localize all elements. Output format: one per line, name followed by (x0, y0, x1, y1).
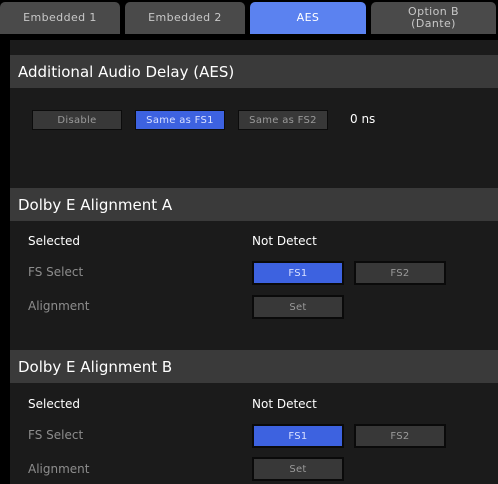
same-as-fs1-label: Same as FS1 (146, 114, 214, 126)
same-as-fs2-button[interactable]: Same as FS2 (238, 110, 328, 130)
tab-embedded-2[interactable]: Embedded 2 (125, 2, 245, 34)
dolby-a-title: Dolby E Alignment A (18, 195, 173, 214)
dolby-a-fs2-label: FS2 (390, 267, 410, 279)
same-as-fs2-label: Same as FS2 (249, 114, 317, 126)
dolby-a-fs1-button[interactable]: FS1 (252, 261, 344, 285)
section-header-dolby-a: Dolby E Alignment A (10, 188, 498, 221)
dolby-b-fs1-label: FS1 (288, 430, 308, 442)
dolby-b-set-label: Set (289, 463, 307, 475)
dolby-b-selected-label: Selected (28, 397, 81, 411)
dolby-a-selected-value: Not Detect (252, 234, 317, 248)
tab-option-b-sublabel: (Dante) (411, 17, 456, 30)
tab-embedded-2-label: Embedded 2 (148, 11, 222, 24)
disable-button-label: Disable (57, 114, 97, 126)
dolby-b-set-button[interactable]: Set (252, 457, 344, 481)
tab-aes-label: AES (296, 11, 320, 24)
dolby-a-set-button[interactable]: Set (252, 295, 344, 319)
section-header-aes-delay: Additional Audio Delay (AES) (10, 55, 498, 88)
tab-aes[interactable]: AES (250, 2, 366, 34)
tab-embedded-1[interactable]: Embedded 1 (0, 2, 120, 34)
dolby-a-alignment-label: Alignment (28, 299, 90, 313)
dolby-a-selected-label: Selected (28, 234, 81, 248)
dolby-b-fs2-label: FS2 (390, 430, 410, 442)
tab-option-b-dante[interactable]: Option B (Dante) (371, 2, 496, 34)
aes-delay-title: Additional Audio Delay (AES) (18, 62, 235, 81)
tab-bar: Embedded 1 Embedded 2 AES Option B (Dant… (0, 0, 498, 36)
dolby-a-set-label: Set (289, 301, 307, 313)
tab-embedded-1-label: Embedded 1 (23, 11, 97, 24)
dolby-b-alignment-label: Alignment (28, 462, 90, 476)
dolby-b-selected-value: Not Detect (252, 397, 317, 411)
dolby-b-fs2-button[interactable]: FS2 (354, 424, 446, 448)
section-header-dolby-b: Dolby E Alignment B (10, 350, 498, 383)
dolby-a-fs-select-label: FS Select (28, 265, 84, 279)
dolby-a-fs1-label: FS1 (288, 267, 308, 279)
disable-button[interactable]: Disable (32, 110, 122, 130)
dolby-b-title: Dolby E Alignment B (18, 357, 173, 376)
same-as-fs1-button[interactable]: Same as FS1 (135, 110, 225, 130)
aes-delay-value: 0 ns (350, 112, 376, 126)
dolby-b-fs1-button[interactable]: FS1 (252, 424, 344, 448)
dolby-a-fs2-button[interactable]: FS2 (354, 261, 446, 285)
dolby-b-fs-select-label: FS Select (28, 428, 84, 442)
